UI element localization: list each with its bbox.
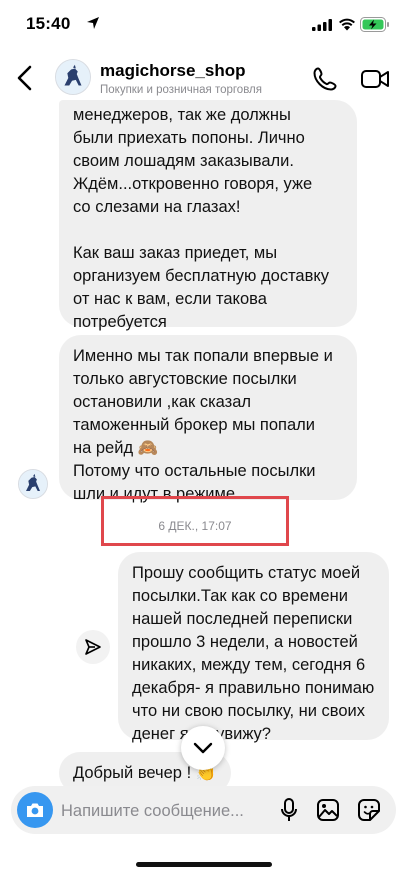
chat-header: magichorse_shop Покупки и розничная торг… [0,48,407,108]
message-timestamp: 6 ДЕК., 17:07 [158,519,232,533]
message-text: менеджеров, так же должны были приехать … [73,106,330,331]
horse-logo-icon [19,470,47,498]
avatar[interactable] [55,59,91,95]
scroll-to-bottom-button[interactable] [181,726,225,770]
cellular-signal-icon [312,19,332,31]
back-chevron-icon[interactable] [14,64,36,92]
camera-icon [27,803,43,817]
battery-charging-icon [360,17,389,32]
chat-subtitle: Покупки и розничная торговля [100,84,262,96]
message-bubble-incoming[interactable]: менеджеров, так же должны были приехать … [59,100,357,331]
sender-avatar[interactable] [18,469,48,499]
wifi-icon [339,18,355,31]
status-time: 15:40 [26,14,71,33]
message-text: Именно мы так попали впервые и только ав… [73,347,333,503]
share-button[interactable] [76,630,110,664]
chat-title[interactable]: magichorse_shop [100,61,246,81]
phone-icon[interactable] [312,66,338,92]
sticker-icon[interactable] [357,798,381,822]
video-camera-icon[interactable] [360,67,390,91]
send-arrow-icon [85,639,101,655]
location-arrow-icon [87,17,99,29]
message-composer [11,786,396,834]
gallery-icon[interactable] [316,798,340,822]
status-bar: 15:40 [0,0,407,48]
home-indicator [136,862,272,867]
message-input[interactable] [61,800,271,822]
chevron-down-icon [193,742,213,754]
microphone-icon[interactable] [279,797,299,823]
horse-logo-icon [56,60,90,94]
message-bubble-incoming[interactable]: Именно мы так попали впервые и только ав… [59,335,357,503]
camera-button[interactable] [17,792,53,828]
message-bubble-outgoing[interactable]: Прошу сообщить статус моей посылки.Так к… [118,552,389,743]
message-text: Прошу сообщить статус моей посылки.Так к… [132,564,375,743]
